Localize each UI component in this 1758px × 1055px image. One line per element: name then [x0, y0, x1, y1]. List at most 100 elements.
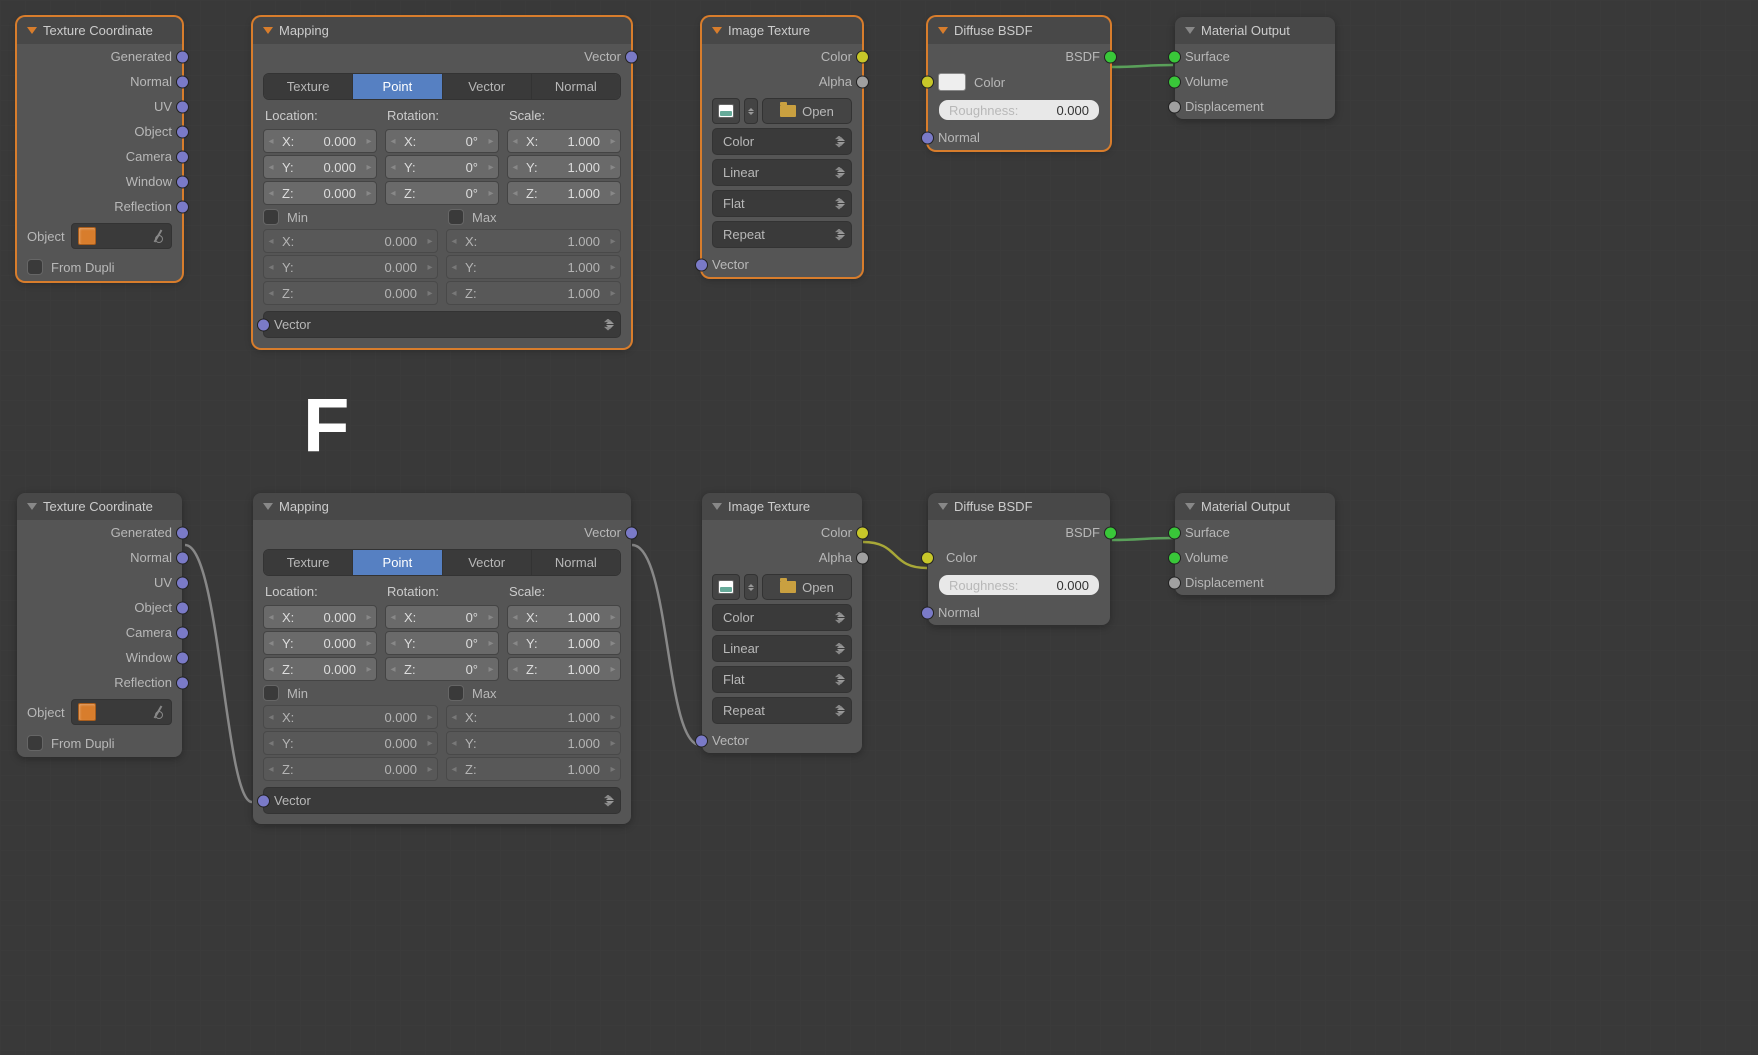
object-picker[interactable] [71, 699, 172, 725]
rotation-z[interactable]: ◂Z:0°▸ [385, 181, 499, 205]
min-y[interactable]: ◂Y:0.000▸ [263, 255, 438, 279]
image-texture-node[interactable]: Image Texture Color Alpha Open Color Lin… [702, 17, 862, 277]
max-z[interactable]: ◂Z:1.000▸ [446, 757, 621, 781]
socket-out[interactable] [176, 50, 189, 63]
socket-in-displacement[interactable] [1168, 100, 1181, 113]
socket-out[interactable] [176, 75, 189, 88]
tab-vector[interactable]: Vector [443, 74, 532, 99]
extension-dropdown[interactable]: Repeat [712, 697, 852, 724]
socket-out[interactable] [176, 150, 189, 163]
collapse-icon[interactable] [712, 27, 722, 34]
socket-out[interactable] [176, 526, 189, 539]
socket-out[interactable] [176, 551, 189, 564]
node-header[interactable]: Material Output [1175, 493, 1335, 520]
min-x[interactable]: ◂X:0.000▸ [263, 705, 438, 729]
socket-out-bsdf[interactable] [1104, 526, 1117, 539]
socket-in-volume[interactable] [1168, 75, 1181, 88]
scale-x[interactable]: ◂X:1.000▸ [507, 605, 621, 629]
from-dupli-checkbox[interactable] [27, 735, 43, 751]
open-button[interactable]: Open [762, 574, 852, 600]
image-new-buttons[interactable] [744, 574, 758, 600]
socket-out-color[interactable] [856, 526, 869, 539]
socket-in-color[interactable] [921, 76, 934, 89]
min-z[interactable]: ◂Z:0.000▸ [263, 757, 438, 781]
object-picker[interactable] [71, 223, 172, 249]
socket-out[interactable] [176, 651, 189, 664]
rotation-x[interactable]: ◂X:0°▸ [385, 605, 499, 629]
min-checkbox[interactable] [263, 685, 279, 701]
socket-in-vector[interactable] [695, 258, 708, 271]
node-header[interactable]: Image Texture [702, 493, 862, 520]
max-x[interactable]: ◂X:1.000▸ [446, 229, 621, 253]
diffuse-bsdf-node-2[interactable]: Diffuse BSDF BSDF Color Roughness:0.000 … [928, 493, 1110, 625]
rotation-y[interactable]: ◂Y:0°▸ [385, 631, 499, 655]
socket-out[interactable] [625, 50, 638, 63]
max-y[interactable]: ◂Y:1.000▸ [446, 731, 621, 755]
rotation-y[interactable]: ◂Y:0°▸ [385, 155, 499, 179]
socket-out[interactable] [176, 125, 189, 138]
max-y[interactable]: ◂Y:1.000▸ [446, 255, 621, 279]
interpolation-dropdown[interactable]: Linear [712, 159, 852, 186]
socket-out-bsdf[interactable] [1104, 50, 1117, 63]
eyedropper-icon[interactable] [151, 229, 165, 243]
socket-in-vector[interactable] [257, 794, 270, 807]
node-header[interactable]: Texture Coordinate [17, 493, 182, 520]
material-output-node-2[interactable]: Material Output Surface Volume Displacem… [1175, 493, 1335, 595]
projection-dropdown[interactable]: Flat [712, 666, 852, 693]
scale-z[interactable]: ◂Z:1.000▸ [507, 181, 621, 205]
socket-in-volume[interactable] [1168, 551, 1181, 564]
collapse-icon[interactable] [263, 27, 273, 34]
socket-out-color[interactable] [856, 50, 869, 63]
texture-coordinate-node[interactable]: Texture Coordinate Generated Normal UV O… [17, 17, 182, 281]
socket-in-color[interactable] [921, 551, 934, 564]
socket-out[interactable] [176, 601, 189, 614]
socket-out[interactable] [176, 100, 189, 113]
tab-normal[interactable]: Normal [532, 74, 620, 99]
rotation-x[interactable]: ◂X:0°▸ [385, 129, 499, 153]
collapse-icon[interactable] [263, 503, 273, 510]
max-checkbox[interactable] [448, 685, 464, 701]
location-x[interactable]: ◂X:0.000▸ [263, 605, 377, 629]
mapping-type-tabs[interactable]: Texture Point Vector Normal [263, 549, 621, 576]
socket-in-surface[interactable] [1168, 526, 1181, 539]
collapse-icon[interactable] [712, 503, 722, 510]
socket-out[interactable] [176, 175, 189, 188]
collapse-icon[interactable] [938, 27, 948, 34]
collapse-icon[interactable] [1185, 27, 1195, 34]
mapping-type-tabs[interactable]: Texture Point Vector Normal [263, 73, 621, 100]
image-browse-button[interactable] [712, 98, 740, 124]
node-header[interactable]: Texture Coordinate [17, 17, 182, 44]
extension-dropdown[interactable]: Repeat [712, 221, 852, 248]
socket-out[interactable] [625, 526, 638, 539]
node-header[interactable]: Mapping [253, 493, 631, 520]
location-y[interactable]: ◂Y:0.000▸ [263, 631, 377, 655]
socket-out-alpha[interactable] [856, 551, 869, 564]
diffuse-bsdf-node[interactable]: Diffuse BSDF BSDF Color Roughness:0.000 … [928, 17, 1110, 150]
node-header[interactable]: Diffuse BSDF [928, 493, 1110, 520]
socket-out[interactable] [176, 626, 189, 639]
socket-in-normal[interactable] [921, 131, 934, 144]
location-y[interactable]: ◂Y:0.000▸ [263, 155, 377, 179]
socket-out[interactable] [176, 576, 189, 589]
collapse-icon[interactable] [27, 503, 37, 510]
rotation-z[interactable]: ◂Z:0°▸ [385, 657, 499, 681]
collapse-icon[interactable] [938, 503, 948, 510]
image-browse-button[interactable] [712, 574, 740, 600]
min-y[interactable]: ◂Y:0.000▸ [263, 731, 438, 755]
socket-in-surface[interactable] [1168, 50, 1181, 63]
color-swatch[interactable] [938, 73, 966, 91]
material-output-node[interactable]: Material Output Surface Volume Displacem… [1175, 17, 1335, 119]
mapping-node[interactable]: Mapping Vector Texture Point Vector Norm… [253, 17, 631, 348]
socket-in-vector[interactable] [695, 734, 708, 747]
socket-in-normal[interactable] [921, 606, 934, 619]
socket-out[interactable] [176, 676, 189, 689]
image-new-buttons[interactable] [744, 98, 758, 124]
node-header[interactable]: Image Texture [702, 17, 862, 44]
color-space-dropdown[interactable]: Color [712, 128, 852, 155]
scale-x[interactable]: ◂X:1.000▸ [507, 129, 621, 153]
roughness-slider[interactable]: Roughness:0.000 [938, 99, 1100, 121]
scale-z[interactable]: ◂Z:1.000▸ [507, 657, 621, 681]
min-checkbox[interactable] [263, 209, 279, 225]
projection-dropdown[interactable]: Flat [712, 190, 852, 217]
location-z[interactable]: ◂Z:0.000▸ [263, 181, 377, 205]
